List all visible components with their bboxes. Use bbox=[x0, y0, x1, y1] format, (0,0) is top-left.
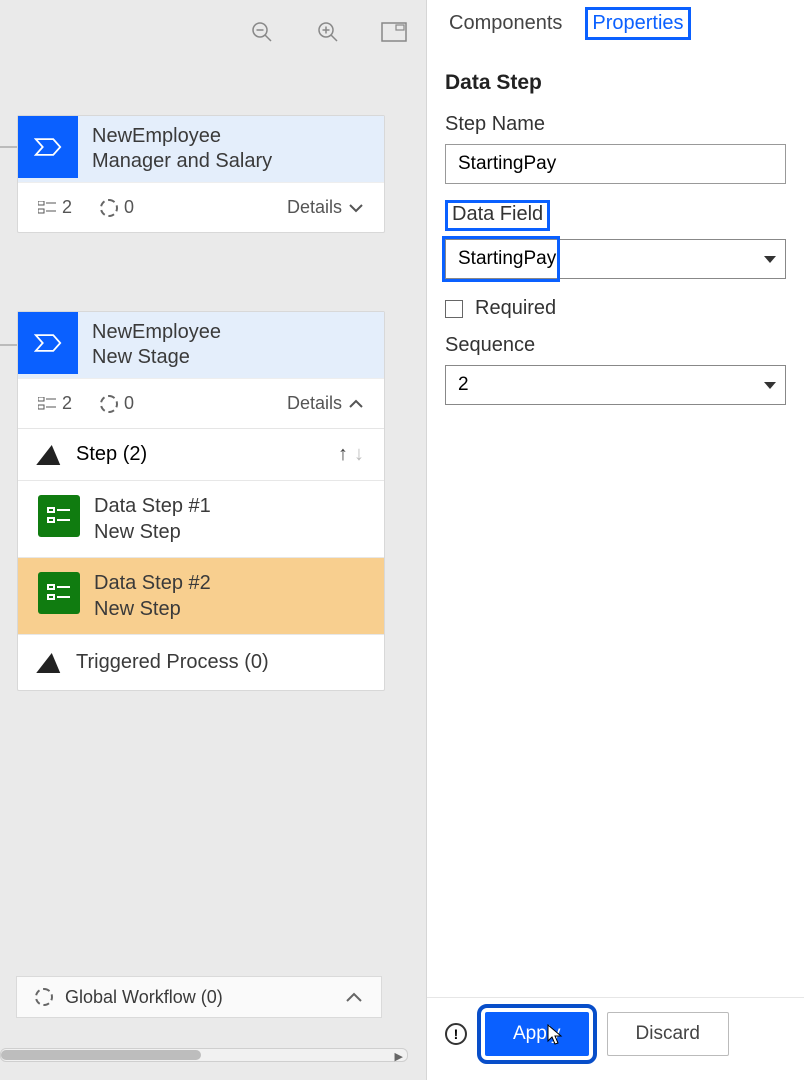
stage-title-line2: New Stage bbox=[92, 345, 221, 370]
data-step-icon bbox=[38, 572, 80, 614]
reorder-arrows: ↑ ↓ bbox=[338, 443, 364, 466]
dashed-circle-icon bbox=[35, 988, 53, 1006]
steps-section-header[interactable]: Step (2) ↑ ↓ bbox=[18, 428, 384, 480]
apply-button[interactable]: Apply bbox=[485, 1012, 589, 1056]
global-workflow-bar[interactable]: Global Workflow (0) bbox=[16, 976, 382, 1018]
step-title: Data Step #2 bbox=[94, 570, 211, 596]
panel-footer: ! Apply Discard bbox=[427, 997, 804, 1080]
arrow-down-icon[interactable]: ↓ bbox=[354, 443, 364, 466]
required-label: Required bbox=[475, 297, 556, 320]
zoom-in-icon[interactable] bbox=[314, 18, 342, 46]
stage-header[interactable]: NewEmployee New Stage bbox=[18, 312, 384, 378]
discard-button[interactable]: Discard bbox=[607, 1012, 729, 1056]
step-subtitle: New Step bbox=[94, 596, 211, 622]
stage-header[interactable]: NewEmployee Manager and Salary bbox=[18, 116, 384, 182]
open-count: 0 bbox=[100, 393, 134, 414]
data-step-icon bbox=[38, 495, 80, 537]
tab-properties[interactable]: Properties bbox=[588, 10, 687, 37]
collapse-icon bbox=[36, 653, 64, 673]
stage-card[interactable]: NewEmployee New Stage 2 0 Details bbox=[18, 312, 384, 690]
dashed-circle-icon bbox=[100, 199, 118, 217]
stage-title-line1: NewEmployee bbox=[92, 320, 221, 345]
dashed-circle-icon bbox=[100, 395, 118, 413]
stage-title: NewEmployee New Stage bbox=[78, 312, 235, 378]
open-count-value: 0 bbox=[124, 393, 134, 414]
step-item-selected[interactable]: Data Step #2 New Step bbox=[18, 557, 384, 634]
triggered-process-label: Triggered Process (0) bbox=[76, 651, 269, 674]
data-field-label: Data Field bbox=[445, 200, 550, 231]
data-field-select-wrap bbox=[445, 239, 786, 279]
stage-icon bbox=[18, 116, 78, 178]
panel-tabs: Components Properties bbox=[427, 0, 804, 45]
stage-title-line1: NewEmployee bbox=[92, 124, 272, 149]
horizontal-scrollbar[interactable]: ▶ bbox=[0, 1048, 408, 1062]
properties-panel: Components Properties Data Step Step Nam… bbox=[426, 0, 804, 1080]
designer-canvas: NewEmployee Manager and Salary 2 0 D bbox=[0, 0, 426, 1080]
details-toggle[interactable]: Details bbox=[287, 197, 364, 218]
step-subtitle: New Step bbox=[94, 519, 211, 545]
stage-card[interactable]: NewEmployee Manager and Salary 2 0 D bbox=[18, 116, 384, 232]
global-workflow-label: Global Workflow (0) bbox=[65, 987, 223, 1008]
steps-count: 2 bbox=[38, 197, 72, 218]
stage-title: NewEmployee Manager and Salary bbox=[78, 116, 286, 182]
chevron-down-icon bbox=[348, 197, 364, 218]
stage-meta: 2 0 Details bbox=[18, 378, 384, 428]
panel-heading: Data Step bbox=[445, 71, 786, 95]
arrow-up-icon[interactable]: ↑ bbox=[338, 443, 348, 466]
details-label: Details bbox=[287, 393, 342, 414]
steps-section-label: Step (2) bbox=[76, 443, 147, 466]
tab-components[interactable]: Components bbox=[445, 10, 566, 37]
step-title: Data Step #1 bbox=[94, 493, 211, 519]
steps-count: 2 bbox=[38, 393, 72, 414]
triggered-process-row[interactable]: Triggered Process (0) bbox=[18, 634, 384, 690]
stage-title-line2: Manager and Salary bbox=[92, 149, 272, 174]
open-count: 0 bbox=[100, 197, 134, 218]
zoom-out-icon[interactable] bbox=[248, 18, 276, 46]
sequence-select[interactable] bbox=[445, 365, 786, 405]
scroll-right-icon[interactable]: ▶ bbox=[395, 1050, 403, 1063]
collapse-icon bbox=[36, 445, 64, 465]
chevron-up-icon[interactable] bbox=[345, 987, 363, 1008]
step-item[interactable]: Data Step #1 New Step bbox=[18, 480, 384, 557]
required-checkbox-row[interactable]: Required bbox=[445, 297, 786, 320]
connector-line bbox=[0, 344, 18, 346]
details-label: Details bbox=[287, 197, 342, 218]
details-toggle[interactable]: Details bbox=[287, 393, 364, 414]
connector-line bbox=[0, 146, 18, 148]
step-name-input[interactable] bbox=[445, 144, 786, 184]
steps-count-value: 2 bbox=[62, 393, 72, 414]
sequence-label: Sequence bbox=[445, 334, 786, 357]
step-name-label: Step Name bbox=[445, 113, 786, 136]
steps-count-value: 2 bbox=[62, 197, 72, 218]
canvas-toolbar bbox=[248, 18, 408, 46]
apply-button-label: Apply bbox=[513, 1023, 561, 1044]
data-field-select[interactable] bbox=[445, 239, 786, 279]
checkbox-icon[interactable] bbox=[445, 300, 463, 318]
info-icon[interactable]: ! bbox=[445, 1023, 467, 1045]
scroll-thumb[interactable] bbox=[1, 1050, 201, 1060]
fit-to-screen-icon[interactable] bbox=[380, 18, 408, 46]
stage-icon bbox=[18, 312, 78, 374]
chevron-up-icon bbox=[348, 393, 364, 414]
open-count-value: 0 bbox=[124, 197, 134, 218]
stage-meta: 2 0 Details bbox=[18, 182, 384, 232]
